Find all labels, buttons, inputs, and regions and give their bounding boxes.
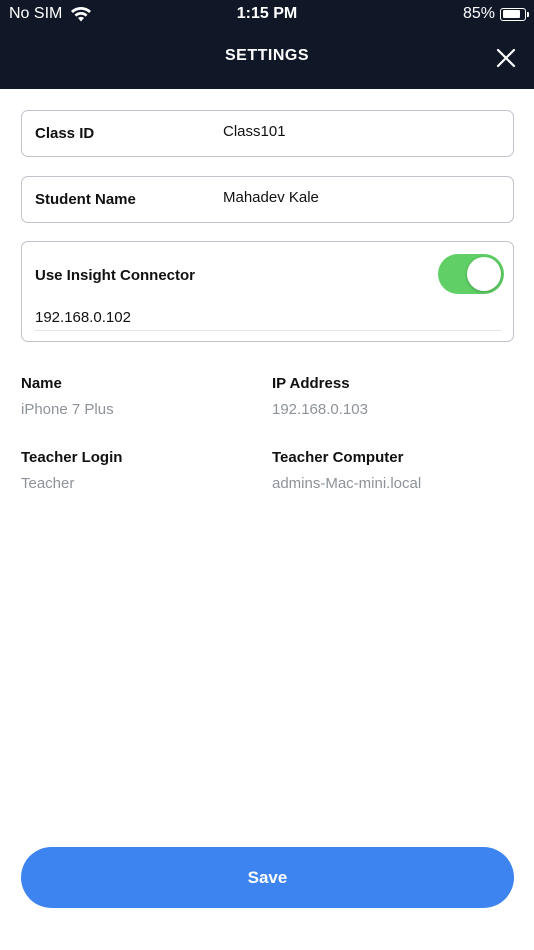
- teacher-login-label: Teacher Login: [21, 449, 123, 466]
- header-bar: No SIM 1:15 PM 85% SETTINGS: [0, 0, 534, 89]
- page-title: SETTINGS: [224, 47, 309, 64]
- toggle-knob: [467, 257, 501, 291]
- student-name-input[interactable]: [223, 189, 493, 206]
- ip-address-label: IP Address: [272, 375, 350, 392]
- status-time: 1:15 PM: [236, 5, 298, 22]
- class-id-input[interactable]: [223, 123, 493, 140]
- student-name-label: Student Name: [35, 191, 136, 208]
- battery-percent: 85%: [462, 5, 495, 22]
- class-id-field[interactable]: Class ID: [21, 110, 514, 157]
- teacher-computer-label: Teacher Computer: [272, 449, 404, 466]
- class-id-label: Class ID: [35, 125, 95, 142]
- ip-address-value: 192.168.0.103: [272, 401, 368, 418]
- status-bar: No SIM 1:15 PM 85%: [0, 0, 534, 28]
- teacher-login-value: Teacher: [21, 475, 75, 492]
- insight-connector-card: Use Insight Connector: [21, 241, 514, 342]
- save-button[interactable]: Save: [21, 847, 514, 908]
- insight-connector-toggle[interactable]: [438, 254, 504, 294]
- close-button[interactable]: [492, 44, 520, 72]
- insight-connector-label: Use Insight Connector: [35, 267, 196, 284]
- insight-ip-input[interactable]: [35, 305, 501, 331]
- status-right: 85%: [462, 5, 529, 23]
- teacher-computer-value: admins-Mac-mini.local: [272, 475, 422, 492]
- close-icon: [496, 48, 516, 68]
- battery-fill: [502, 10, 521, 18]
- student-name-field[interactable]: Student Name: [21, 176, 514, 223]
- device-name-label: Name: [21, 375, 62, 392]
- device-name-value: iPhone 7 Plus: [21, 401, 114, 418]
- battery-icon: [500, 7, 529, 21]
